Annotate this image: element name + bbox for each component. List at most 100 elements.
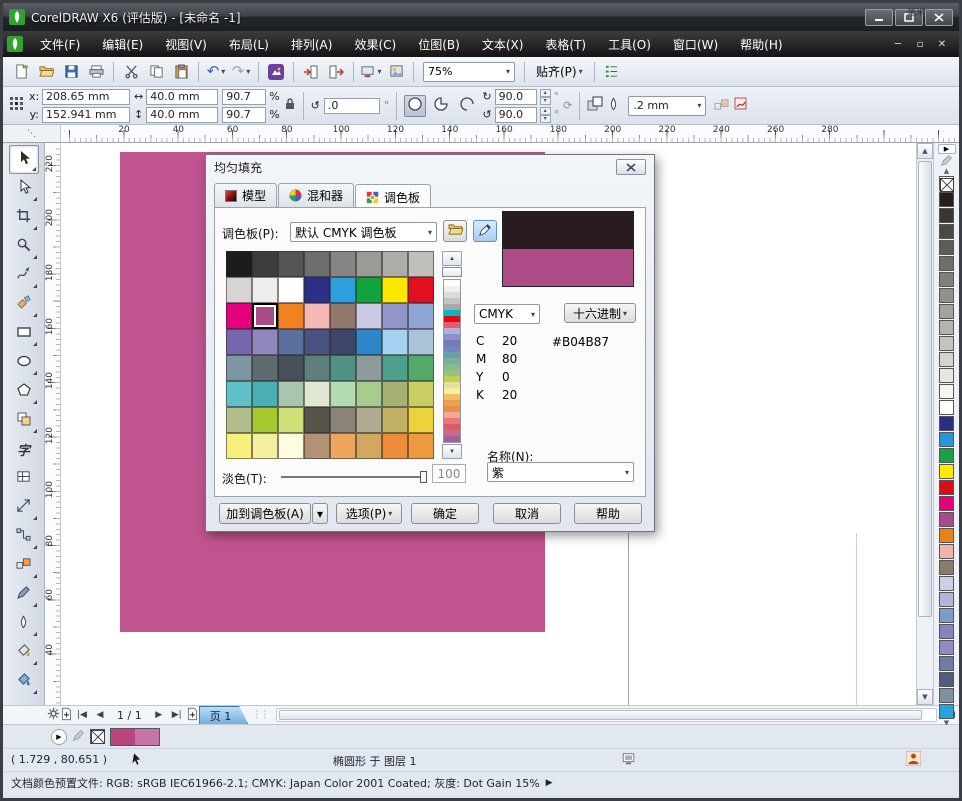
arc-start-field[interactable]: 90.0 (495, 89, 537, 105)
color-swatch[interactable] (226, 329, 252, 355)
color-swatch[interactable] (304, 329, 330, 355)
palette-swatch[interactable] (939, 480, 954, 495)
strip-color[interactable] (444, 436, 460, 442)
crop-tool[interactable] (9, 203, 39, 232)
palette-swatch[interactable] (939, 288, 954, 303)
previous-page-button[interactable]: ◀ (91, 710, 109, 720)
component-value[interactable]: 20 (502, 334, 542, 348)
name-select[interactable]: 紫▾ (487, 462, 634, 482)
tint-slider-thumb[interactable] (420, 471, 427, 483)
change-direction-icon[interactable]: ⟳ (563, 99, 572, 112)
palette-swatch[interactable] (939, 192, 954, 207)
color-swatch[interactable] (304, 433, 330, 459)
zoom-level-combo[interactable]: 75%▾ (423, 62, 515, 82)
dialog-tab[interactable]: 调色板 (355, 184, 431, 208)
menu-item[interactable]: 帮助(H) (729, 32, 793, 57)
dialog-tab[interactable]: 混和器 (278, 183, 354, 207)
copy-button[interactable] (144, 60, 168, 84)
color-swatch[interactable] (226, 251, 252, 277)
color-swatch[interactable] (252, 303, 278, 329)
interactive-fill-tool[interactable] (9, 667, 39, 696)
color-swatch[interactable] (382, 303, 408, 329)
palette-swatch[interactable] (939, 224, 954, 239)
to-front-icon[interactable] (587, 96, 603, 115)
y-position-field[interactable]: 152.941 mm (42, 107, 130, 123)
help-button[interactable]: 帮助 (574, 503, 642, 524)
first-page-button[interactable]: |◀ (73, 710, 91, 720)
search-content-button[interactable] (264, 60, 288, 84)
color-swatch[interactable] (304, 277, 330, 303)
table-tool[interactable] (9, 464, 39, 493)
tint-value-field[interactable]: 100 (432, 464, 466, 483)
last-page-button[interactable]: ▶| (168, 710, 186, 720)
color-swatch[interactable] (252, 329, 278, 355)
toolbox-overflow-icon[interactable] (47, 707, 60, 723)
pie-mode-button[interactable] (430, 95, 452, 117)
menu-item[interactable]: 文本(X) (471, 32, 535, 57)
color-swatch[interactable] (226, 303, 252, 329)
blend-tool[interactable] (9, 551, 39, 580)
tint-slider[interactable] (281, 470, 427, 484)
palette-swatch[interactable] (939, 464, 954, 479)
color-swatch[interactable] (408, 251, 434, 277)
menu-item[interactable]: 布局(L) (218, 32, 280, 57)
ellipse-tool[interactable] (9, 348, 39, 377)
object-height-field[interactable]: 40.0 mm (146, 107, 218, 123)
strip-scroll-up[interactable]: ▲ (442, 251, 462, 266)
color-swatch[interactable] (408, 329, 434, 355)
component-value[interactable]: 0 (502, 370, 542, 384)
palette-swatch[interactable] (939, 256, 954, 271)
horizontal-scroll-thumb[interactable] (279, 710, 922, 720)
palette-swatch[interactable] (939, 496, 954, 511)
color-swatch[interactable] (278, 303, 304, 329)
options-button[interactable] (600, 60, 624, 84)
menu-item[interactable]: 窗口(W) (662, 32, 729, 57)
page-tab[interactable]: 页 1 (199, 706, 249, 724)
no-color-swatch[interactable] (939, 176, 954, 191)
color-swatch[interactable] (252, 277, 278, 303)
color-swatch[interactable] (330, 433, 356, 459)
scale-y-field[interactable]: 90.7 (222, 107, 266, 123)
color-swatch[interactable] (408, 277, 434, 303)
color-swatch[interactable] (382, 381, 408, 407)
color-swatch[interactable] (304, 355, 330, 381)
palette-swatch[interactable] (939, 400, 954, 415)
color-swatch[interactable] (226, 433, 252, 459)
color-swatch[interactable] (304, 303, 330, 329)
arc-mode-button[interactable] (456, 95, 478, 117)
color-swatch[interactable] (278, 381, 304, 407)
export-button[interactable] (324, 60, 348, 84)
color-swatch[interactable] (356, 433, 382, 459)
component-value[interactable]: 80 (502, 352, 542, 366)
palette-swatch[interactable] (939, 704, 954, 719)
palette-swatch[interactable] (939, 336, 954, 351)
rotation-angle-field[interactable]: .0 (324, 98, 380, 114)
open-palette-button[interactable] (443, 220, 467, 242)
document-minimize-icon[interactable]: ─ (891, 39, 905, 50)
color-swatch[interactable] (408, 433, 434, 459)
color-swatch[interactable] (252, 251, 278, 277)
color-swatch[interactable] (252, 381, 278, 407)
close-button[interactable] (925, 9, 953, 26)
color-swatch[interactable] (304, 381, 330, 407)
status-flyout-button[interactable]: ▶ (51, 729, 67, 745)
vertical-ruler[interactable]: 220200180160140120100806040 (45, 143, 61, 705)
pick-tool[interactable] (9, 145, 39, 174)
palette-swatch[interactable] (939, 512, 954, 527)
print-button[interactable] (84, 60, 108, 84)
color-swatch[interactable] (278, 433, 304, 459)
menu-item[interactable]: 表格(T) (534, 32, 597, 57)
color-swatch[interactable] (304, 407, 330, 433)
strip-scroll-thumb[interactable] (442, 267, 462, 277)
color-swatch[interactable] (330, 303, 356, 329)
color-swatch[interactable] (278, 251, 304, 277)
scroll-up-arrow[interactable]: ▲ (917, 143, 933, 159)
document-close-icon[interactable]: ✕ (935, 39, 949, 50)
color-swatch[interactable] (252, 433, 278, 459)
palette-swatch[interactable] (939, 640, 954, 655)
add-to-palette-button[interactable]: 加到调色板(A) (219, 503, 311, 524)
color-swatch[interactable] (382, 433, 408, 459)
add-page-left-icon[interactable] (60, 707, 73, 724)
paste-button[interactable] (169, 60, 193, 84)
import-button[interactable] (299, 60, 323, 84)
